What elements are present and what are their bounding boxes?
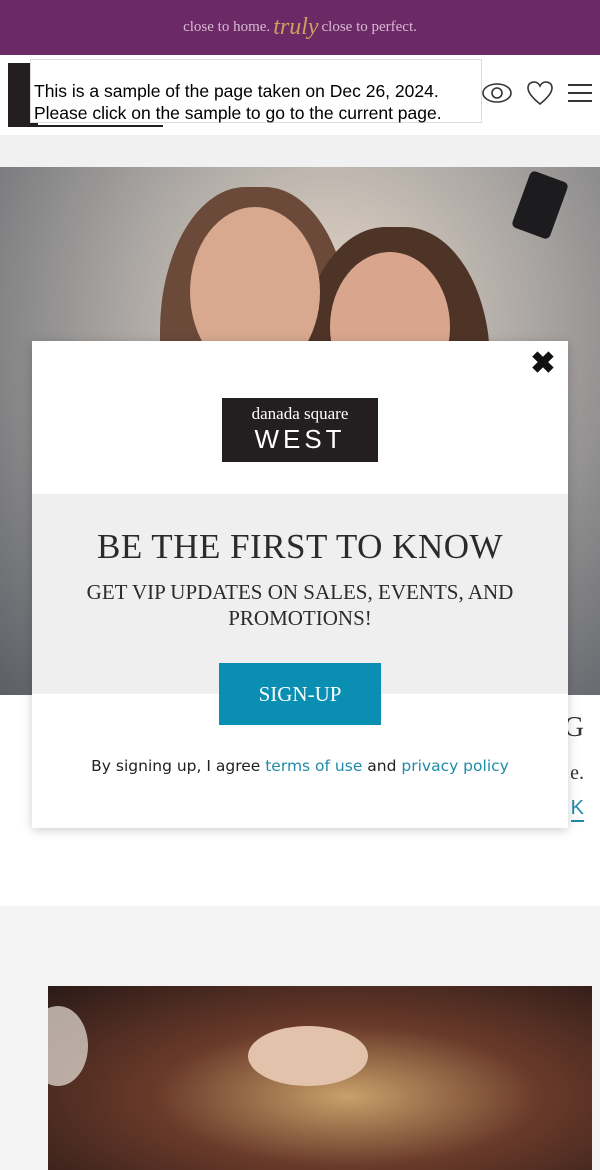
- menu-icon[interactable]: [564, 77, 596, 109]
- tagline-pre: close to home.: [183, 19, 271, 35]
- heart-icon[interactable]: [524, 77, 556, 109]
- signup-modal: ✖ danada square WEST BE THE FIRST TO KNO…: [32, 341, 568, 828]
- tagline-post: close to perfect.: [321, 19, 417, 35]
- signup-button[interactable]: SIGN-UP: [219, 663, 381, 725]
- section-link[interactable]: K: [570, 797, 584, 822]
- agreement-text: By signing up, I agree terms of use and …: [32, 757, 568, 775]
- agree-mid: and: [362, 757, 402, 775]
- brand-name-west: WEST: [254, 424, 346, 454]
- privacy-link[interactable]: privacy policy: [401, 757, 508, 775]
- phone-image: [510, 169, 570, 241]
- close-icon[interactable]: ✖: [530, 349, 556, 379]
- terms-link[interactable]: terms of use: [265, 757, 362, 775]
- modal-title: BE THE FIRST TO KNOW: [96, 527, 504, 566]
- modal-subtitle: GET VIP UPDATES ON SALES, EVENTS, AND PR…: [86, 580, 514, 630]
- announcement-bar: close to home. truly close to perfect.: [0, 0, 600, 55]
- eye-icon[interactable]: [481, 77, 513, 109]
- sample-notice[interactable]: This is a sample of the page taken on De…: [30, 59, 482, 123]
- brand-logo: danada square WEST: [222, 398, 378, 462]
- sample-notice-line1: This is a sample of the page taken on De…: [34, 81, 439, 101]
- brand-name: danada square: [251, 404, 349, 423]
- logo-divider: [8, 125, 163, 127]
- content-section: [0, 906, 600, 1170]
- tagline-truly: truly: [273, 14, 319, 40]
- food-image: [48, 986, 592, 1170]
- sample-notice-line2: Please click on the sample to go to the …: [34, 103, 442, 123]
- agree-prefix: By signing up, I agree: [91, 757, 266, 775]
- header-spacer: [0, 135, 600, 167]
- section-text: e.: [570, 762, 584, 784]
